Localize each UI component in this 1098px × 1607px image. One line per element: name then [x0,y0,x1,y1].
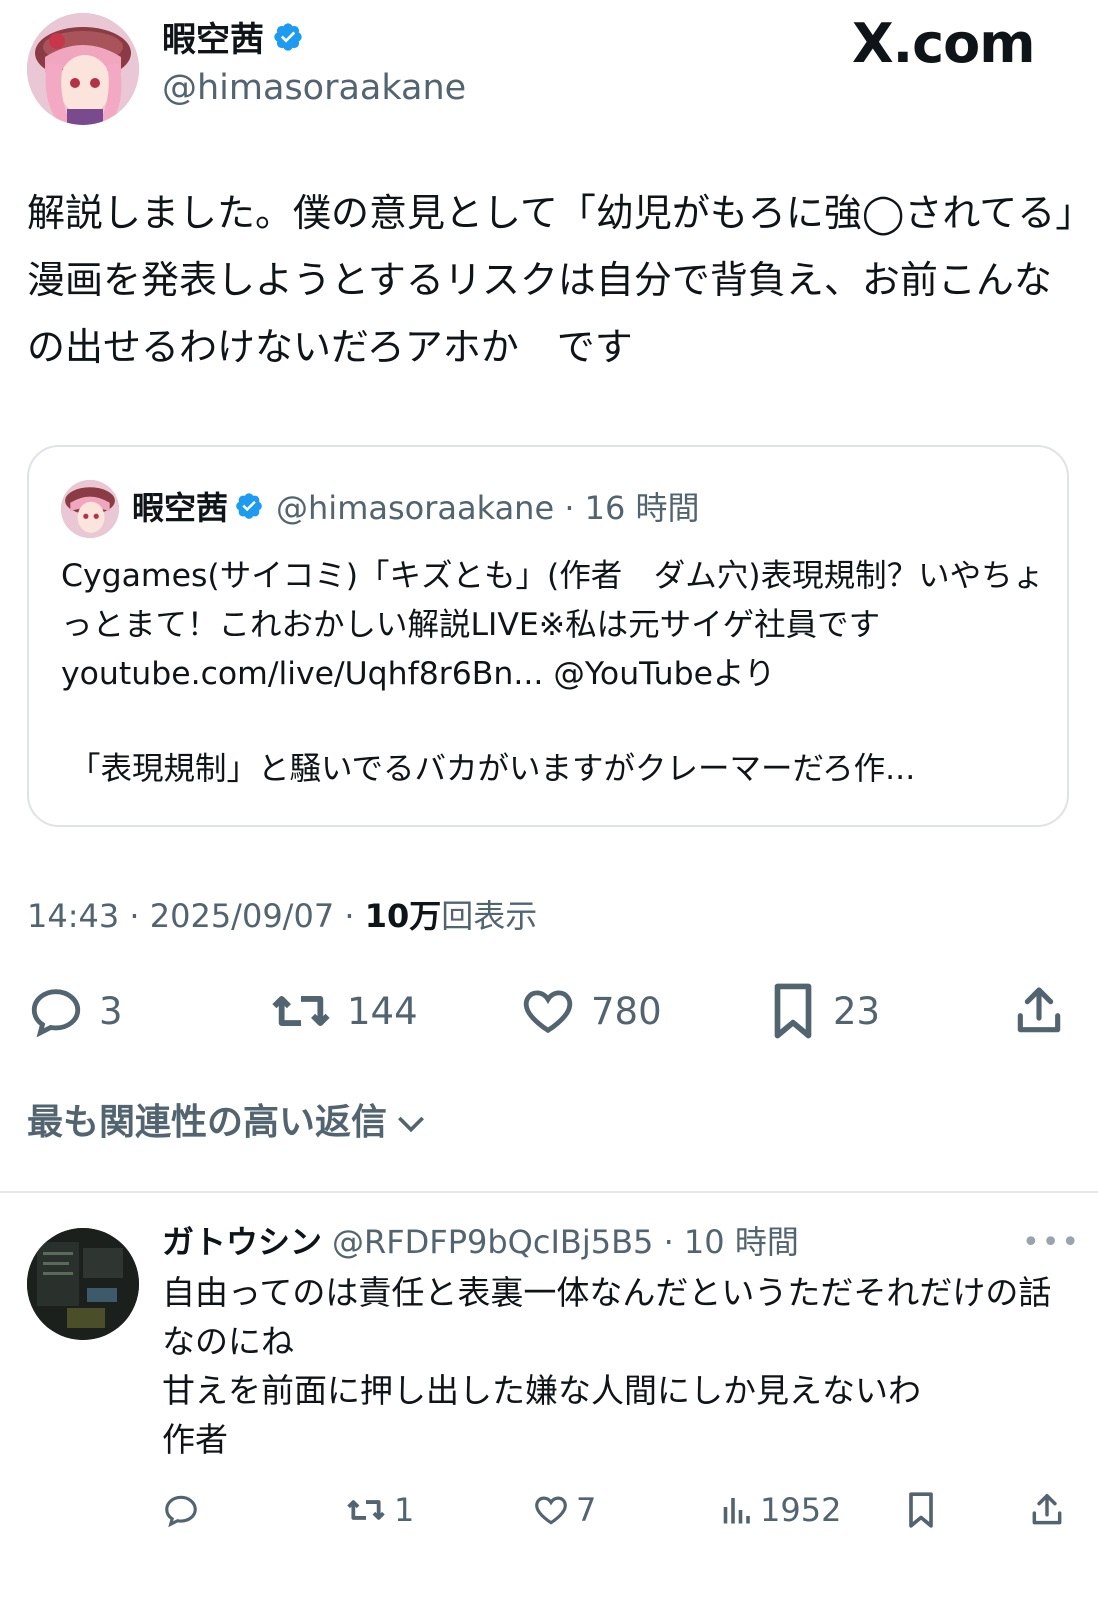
tweet-time[interactable]: 14:43 · 2025/09/07 · [27,897,355,935]
analytics-icon [723,1498,750,1524]
reply-button[interactable]: 3 [27,978,123,1044]
reply-share-button[interactable] [1028,1484,1072,1536]
share-button[interactable] [1011,978,1081,1044]
heart-icon [535,1496,567,1525]
quoted-tweet-card[interactable]: 暇空茜 @himasoraakane · 16 時間 Cygames(サイコミ)… [27,445,1069,827]
like-button[interactable]: 780 [519,978,662,1044]
reply-count: 3 [99,989,123,1033]
quoted-tweet-header: 暇空茜 @himasoraakane · 16 時間 [132,485,700,533]
x-logo: X.com [852,12,1036,75]
divider [0,1191,1098,1193]
reply-meta: @RFDFP9bQcIBj5B5 · 10 時間 [332,1223,799,1261]
reply-like-button[interactable]: 7 [532,1484,596,1536]
heart-icon [523,990,573,1034]
reply-views-button[interactable]: 1952 [718,1484,841,1536]
reply-bookmark-button[interactable] [904,1484,944,1536]
more-options-icon[interactable]: ••• [1022,1225,1081,1260]
reply-icon [165,1495,197,1528]
share-icon [1032,1494,1062,1525]
author-name-text[interactable]: 暇空茜 [162,20,264,60]
quoted-author-name[interactable]: 暇空茜 [132,489,228,527]
reply-retweet-count: 1 [394,1491,415,1529]
bookmark-icon [774,983,812,1039]
reply-author-avatar[interactable] [27,1228,139,1340]
quoted-author-avatar[interactable] [61,480,119,538]
bookmark-button[interactable]: 23 [767,978,880,1044]
reply-sort-selector[interactable]: 最も関連性の高い返信 [27,1098,431,1148]
reply-text: 自由ってのは責任と表裏一体なんだというただそれだけの話なのにね 甘えを前面に押し… [162,1273,1052,1459]
chevron-down-icon [398,1116,424,1133]
reply-retweet-button[interactable]: 1 [344,1484,414,1536]
retweet-icon [272,996,330,1026]
verified-badge-icon [272,20,304,64]
quoted-tweet-meta: @himasoraakane · 16 時間 [276,489,700,527]
reply-icon [31,989,81,1038]
reply-sort-label: 最も関連性の高い返信 [27,1102,388,1143]
retweet-count: 144 [347,989,418,1033]
reply-like-count: 7 [576,1491,597,1529]
retweet-button[interactable]: 144 [269,978,418,1044]
view-count-label: 回表示 [441,897,538,935]
quoted-tweet-text: Cygames(サイコミ)「キズとも」(作者 ダム穴)表現規制？いやちょっとまて… [61,558,1045,692]
tweet-action-bar: 3 144 780 23 [27,978,1073,1044]
view-count: 10万 [364,897,442,935]
like-count: 780 [591,989,662,1033]
reply-author-name[interactable]: ガトウシン [162,1223,322,1261]
reply-view-count: 1952 [760,1491,842,1529]
quoted-tweet-more-text: 「表現規制」と騒いでるバカがいますがクレーマーだろ作... [69,751,916,787]
tweet-text: 解説しました。僕の意見として「幼児がもろに強◯されてる」漫画を発表しようとするリ… [27,191,1075,369]
bookmark-count: 23 [833,989,881,1033]
author-name[interactable]: 暇空茜 [162,18,304,64]
retweet-icon [347,1500,385,1520]
reply-header: ガトウシン @RFDFP9bQcIBj5B5 · 10 時間 [162,1219,799,1265]
verified-badge-icon [234,487,264,533]
reply-action-bar: 1 7 1952 [162,1484,1070,1536]
author-avatar[interactable] [27,13,139,125]
tweet-timestamp: 14:43 · 2025/09/07 · 10万回表示 [27,893,537,939]
bookmark-icon [909,1492,933,1528]
share-icon [1017,987,1061,1033]
reply-reply-button[interactable] [162,1484,206,1536]
author-handle[interactable]: @himasoraakane [162,66,466,110]
